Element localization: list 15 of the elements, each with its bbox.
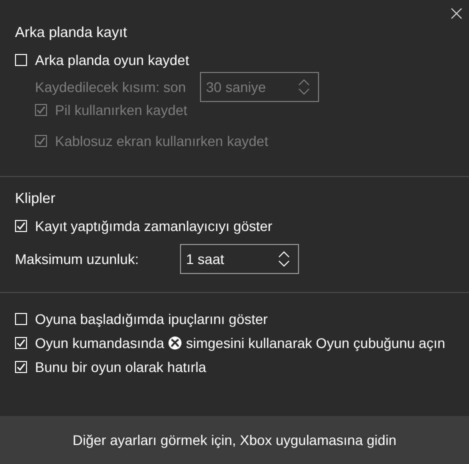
checkbox-label: Pil kullanırken kaydet	[55, 102, 188, 118]
field-label: Maksimum uzunluk:	[15, 250, 140, 268]
section-title: Klipler	[15, 191, 56, 207]
section-title: Arka planda kayıt	[15, 25, 128, 41]
checkbox-label: Oyun kumandasında	[35, 335, 164, 351]
field-label: Kaydedilecek kısım: son	[35, 78, 187, 96]
checkbox-label: Bunu bir oyun olarak hatırla	[35, 359, 206, 375]
checkbox-label: Arka planda oyun kaydet	[35, 52, 190, 68]
checkbox-label: Oyuna başladığımda ipuçlarını göster	[35, 311, 268, 327]
close-icon[interactable]	[451, 8, 462, 19]
checkbox-label: simgesini kullanarak Oyun çubuğunu açın	[186, 335, 446, 351]
chevron-icon[interactable]	[278, 249, 290, 269]
checkbox-label: Kayıt yaptığımda zamanlayıcıyı göster	[35, 218, 272, 234]
spinner-field[interactable]: 1 saat	[180, 244, 299, 274]
checkbox-label: Kablosuz ekran kullanırken kaydet	[55, 133, 268, 149]
